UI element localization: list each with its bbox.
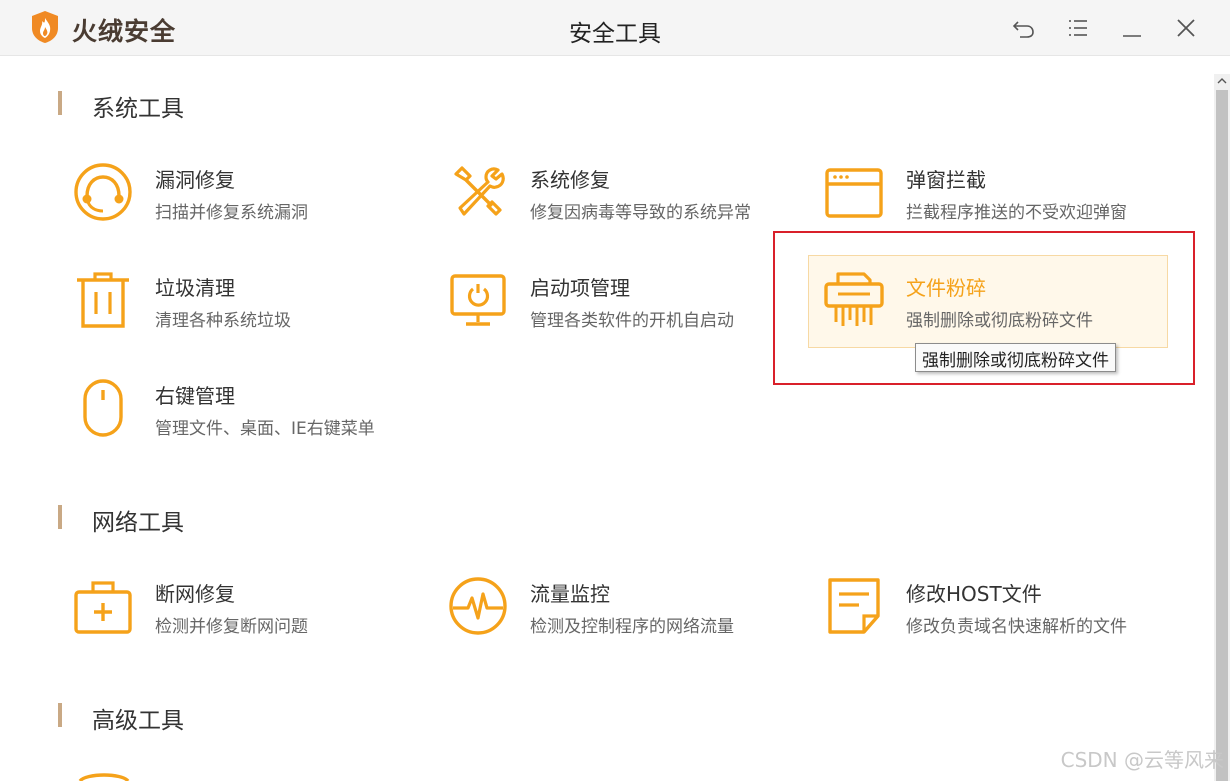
tool-traffic-monitor[interactable]: 流量监控 检测及控制程序的网络流量 (448, 576, 808, 656)
section-marker (58, 703, 62, 727)
tool-description: 修改负责域名快速解析的文件 (906, 617, 1127, 637)
watermark: CSDN @云等风来 (1060, 748, 1224, 772)
scrollbar-thumb[interactable] (1216, 90, 1228, 781)
mouse-icon (83, 379, 123, 437)
section-title: 系统工具 (92, 96, 184, 122)
tool-name: 漏洞修复 (155, 168, 235, 192)
section-marker (58, 505, 62, 529)
menu-icon[interactable] (1064, 14, 1092, 42)
tool-description: 扫描并修复系统漏洞 (155, 203, 308, 223)
trash-icon (77, 272, 129, 328)
tool-name: 弹窗拦截 (906, 168, 986, 192)
tool-name: 右键管理 (155, 384, 235, 408)
tool-startup-manager[interactable]: 启动项管理 管理各类软件的开机自启动 (448, 270, 808, 350)
tool-description: 拦截程序推送的不受欢迎弹窗 (906, 203, 1127, 223)
window-title: 安全工具 (569, 21, 661, 47)
section-marker (58, 91, 62, 115)
document-icon (828, 578, 880, 634)
vulnerability-icon (74, 163, 132, 221)
advanced-tool-icon (78, 773, 130, 781)
tooltip: 强制删除或彻底粉碎文件 (915, 343, 1116, 372)
tool-name: 断网修复 (155, 582, 235, 606)
scroll-up-arrow-icon[interactable] (1217, 76, 1227, 86)
tool-network-repair[interactable]: 断网修复 检测并修复断网问题 (73, 576, 433, 656)
tool-description: 检测及控制程序的网络流量 (530, 617, 734, 637)
tool-description: 修复因病毒等导致的系统异常 (530, 203, 751, 223)
title-bar: 火绒安全 安全工具 (0, 0, 1230, 56)
section-title: 网络工具 (92, 510, 184, 536)
tool-description: 清理各种系统垃圾 (155, 311, 291, 331)
window-icon (825, 168, 883, 218)
tool-description: 检测并修复断网问题 (155, 617, 308, 637)
tool-name: 启动项管理 (530, 276, 630, 300)
section-title: 高级工具 (92, 708, 184, 734)
minimize-icon[interactable] (1118, 14, 1146, 42)
tool-system-repair[interactable]: 系统修复 修复因病毒等导致的系统异常 (448, 162, 808, 242)
tool-vulnerability-fix[interactable]: 漏洞修复 扫描并修复系统漏洞 (73, 162, 433, 242)
tool-name: 垃圾清理 (155, 276, 235, 300)
first-aid-kit-icon (74, 581, 132, 634)
tool-junk-clean[interactable]: 垃圾清理 清理各种系统垃圾 (73, 270, 433, 350)
monitor-power-icon (450, 274, 506, 326)
tool-description: 管理各类软件的开机自启动 (530, 311, 734, 331)
tool-name: 修改HOST文件 (906, 582, 1042, 606)
pulse-gauge-icon (449, 577, 507, 635)
wrench-screwdriver-icon (454, 166, 505, 216)
close-icon[interactable] (1172, 14, 1200, 42)
tool-popup-block[interactable]: 弹窗拦截 拦截程序推送的不受欢迎弹窗 (824, 162, 1184, 242)
tool-description: 管理文件、桌面、IE右键菜单 (155, 419, 375, 439)
tool-name: 系统修复 (530, 168, 610, 192)
back-icon[interactable] (1010, 14, 1038, 42)
tool-name: 流量监控 (530, 582, 610, 606)
tool-context-menu[interactable]: 右键管理 管理文件、桌面、IE右键菜单 (73, 378, 433, 458)
tool-host-edit[interactable]: 修改HOST文件 修改负责域名快速解析的文件 (824, 576, 1184, 656)
